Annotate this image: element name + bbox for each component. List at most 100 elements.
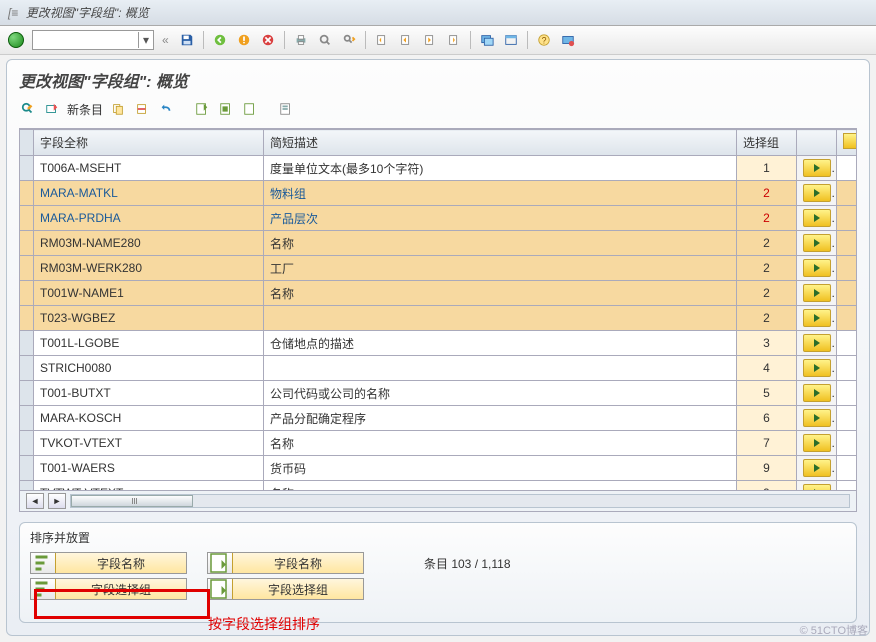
cell-description[interactable]: 产品分配确定程序	[264, 406, 737, 431]
cell-detail-button[interactable]	[797, 456, 837, 481]
position-by-name-button[interactable]: 字段名称	[207, 552, 364, 574]
cell-detail-button[interactable]	[797, 481, 837, 492]
cell-field-name[interactable]: T001W-NAME1	[34, 281, 264, 306]
cell-description[interactable]: 名称	[264, 281, 737, 306]
cell-detail-button[interactable]	[797, 156, 837, 181]
col-config[interactable]	[837, 130, 857, 156]
find-next-icon[interactable]	[339, 30, 359, 50]
scroll-right-icon[interactable]: ►	[48, 493, 66, 509]
cell-field-name[interactable]: MARA-MATKL	[34, 181, 264, 206]
row-selector[interactable]	[20, 231, 34, 256]
cell-select-group[interactable]: 9	[737, 456, 797, 481]
cell-field-name[interactable]: T006A-MSEHT	[34, 156, 264, 181]
cell-description[interactable]: 名称	[264, 431, 737, 456]
row-selector[interactable]	[20, 381, 34, 406]
col-description[interactable]: 简短描述	[264, 130, 737, 156]
cell-select-group[interactable]: 9	[737, 481, 797, 492]
scroll-thumb[interactable]	[71, 495, 193, 507]
cell-description[interactable]: 度量单位文本(最多10个字符)	[264, 156, 737, 181]
cell-select-group[interactable]: 2	[737, 206, 797, 231]
cell-field-name[interactable]: T023-WGBEZ	[34, 306, 264, 331]
cell-field-name[interactable]: T001-WAERS	[34, 456, 264, 481]
row-selector[interactable]	[20, 481, 34, 492]
cell-select-group[interactable]: 6	[737, 406, 797, 431]
cell-field-name[interactable]: RM03M-WERK280	[34, 256, 264, 281]
first-page-icon[interactable]	[372, 30, 392, 50]
table-row[interactable]: RM03M-WERK280工厂2	[20, 256, 857, 281]
cell-detail-button[interactable]	[797, 181, 837, 206]
row-selector[interactable]	[20, 356, 34, 381]
table-row[interactable]: T001-WAERS货币码9	[20, 456, 857, 481]
cell-select-group[interactable]: 2	[737, 306, 797, 331]
scroll-left-icon[interactable]: ◄	[26, 493, 44, 509]
table-row[interactable]: MARA-PRDHA产品层次2	[20, 206, 857, 231]
undo-icon[interactable]	[157, 100, 175, 118]
field-group-table[interactable]: 字段全称 简短描述 选择组 T006A-MSEHT度量单位文本(最多10个字符)…	[19, 128, 857, 491]
col-field-name[interactable]: 字段全称	[34, 130, 264, 156]
cancel-icon[interactable]	[258, 30, 278, 50]
table-row[interactable]: TVTWT-VTEXT名称9	[20, 481, 857, 492]
customize-icon[interactable]	[558, 30, 578, 50]
table-row[interactable]: T001-BUTXT公司代码或公司的名称5	[20, 381, 857, 406]
table-row[interactable]: STRICH00804	[20, 356, 857, 381]
change-icon[interactable]	[19, 100, 37, 118]
save-icon[interactable]	[177, 30, 197, 50]
prev-page-icon[interactable]	[396, 30, 416, 50]
table-row[interactable]: T001W-NAME1名称2	[20, 281, 857, 306]
table-row[interactable]: T023-WGBEZ 2	[20, 306, 857, 331]
cell-description[interactable]	[264, 356, 737, 381]
cell-field-name[interactable]: MARA-PRDHA	[34, 206, 264, 231]
print-entry-icon[interactable]	[277, 100, 295, 118]
cell-select-group[interactable]: 4	[737, 356, 797, 381]
cell-field-name[interactable]: TVTWT-VTEXT	[34, 481, 264, 492]
cell-select-group[interactable]: 2	[737, 181, 797, 206]
other-entry-icon[interactable]	[43, 100, 61, 118]
cell-description[interactable]	[264, 306, 737, 331]
cell-select-group[interactable]: 2	[737, 256, 797, 281]
table-row[interactable]: T006A-MSEHT度量单位文本(最多10个字符)1	[20, 156, 857, 181]
cell-select-group[interactable]: 3	[737, 331, 797, 356]
table-row[interactable]: MARA-KOSCH产品分配确定程序6	[20, 406, 857, 431]
row-selector[interactable]	[20, 256, 34, 281]
cell-detail-button[interactable]	[797, 231, 837, 256]
row-selector[interactable]	[20, 156, 34, 181]
chevron-down-icon[interactable]: ▾	[138, 32, 153, 48]
row-selector[interactable]	[20, 456, 34, 481]
row-selector[interactable]	[20, 331, 34, 356]
cell-description[interactable]: 物料组	[264, 181, 737, 206]
cell-description[interactable]: 产品层次	[264, 206, 737, 231]
cell-field-name[interactable]: TVKOT-VTEXT	[34, 431, 264, 456]
table-row[interactable]: RM03M-NAME280名称2	[20, 231, 857, 256]
table-row[interactable]: TVKOT-VTEXT名称7	[20, 431, 857, 456]
copy-icon[interactable]	[109, 100, 127, 118]
horizontal-scrollbar[interactable]: ◄ ►	[19, 491, 857, 512]
cell-field-name[interactable]: RM03M-NAME280	[34, 231, 264, 256]
table-row[interactable]: T001L-LGOBE仓储地点的描述3	[20, 331, 857, 356]
cell-description[interactable]: 货币码	[264, 456, 737, 481]
last-page-icon[interactable]	[444, 30, 464, 50]
cell-select-group[interactable]: 7	[737, 431, 797, 456]
help-icon[interactable]: ?	[534, 30, 554, 50]
cell-field-name[interactable]: MARA-KOSCH	[34, 406, 264, 431]
deselect-all-icon[interactable]	[241, 100, 259, 118]
cell-select-group[interactable]: 5	[737, 381, 797, 406]
row-selector[interactable]	[20, 181, 34, 206]
cell-detail-button[interactable]	[797, 306, 837, 331]
cell-field-name[interactable]: T001-BUTXT	[34, 381, 264, 406]
cell-detail-button[interactable]	[797, 331, 837, 356]
cell-detail-button[interactable]	[797, 406, 837, 431]
cell-description[interactable]: 仓储地点的描述	[264, 331, 737, 356]
position-by-group-button[interactable]: 字段选择组	[207, 578, 364, 600]
sort-by-name-asc-button[interactable]: 字段名称	[30, 552, 187, 574]
cell-description[interactable]: 名称	[264, 481, 737, 492]
cell-description[interactable]: 工厂	[264, 256, 737, 281]
row-selector[interactable]	[20, 306, 34, 331]
cell-detail-button[interactable]	[797, 356, 837, 381]
row-selector[interactable]	[20, 281, 34, 306]
row-selector[interactable]	[20, 206, 34, 231]
cell-select-group[interactable]: 2	[737, 231, 797, 256]
back-icon[interactable]	[210, 30, 230, 50]
cell-detail-button[interactable]	[797, 206, 837, 231]
find-icon[interactable]	[315, 30, 335, 50]
new-entries-button[interactable]: 新条目	[67, 101, 103, 118]
